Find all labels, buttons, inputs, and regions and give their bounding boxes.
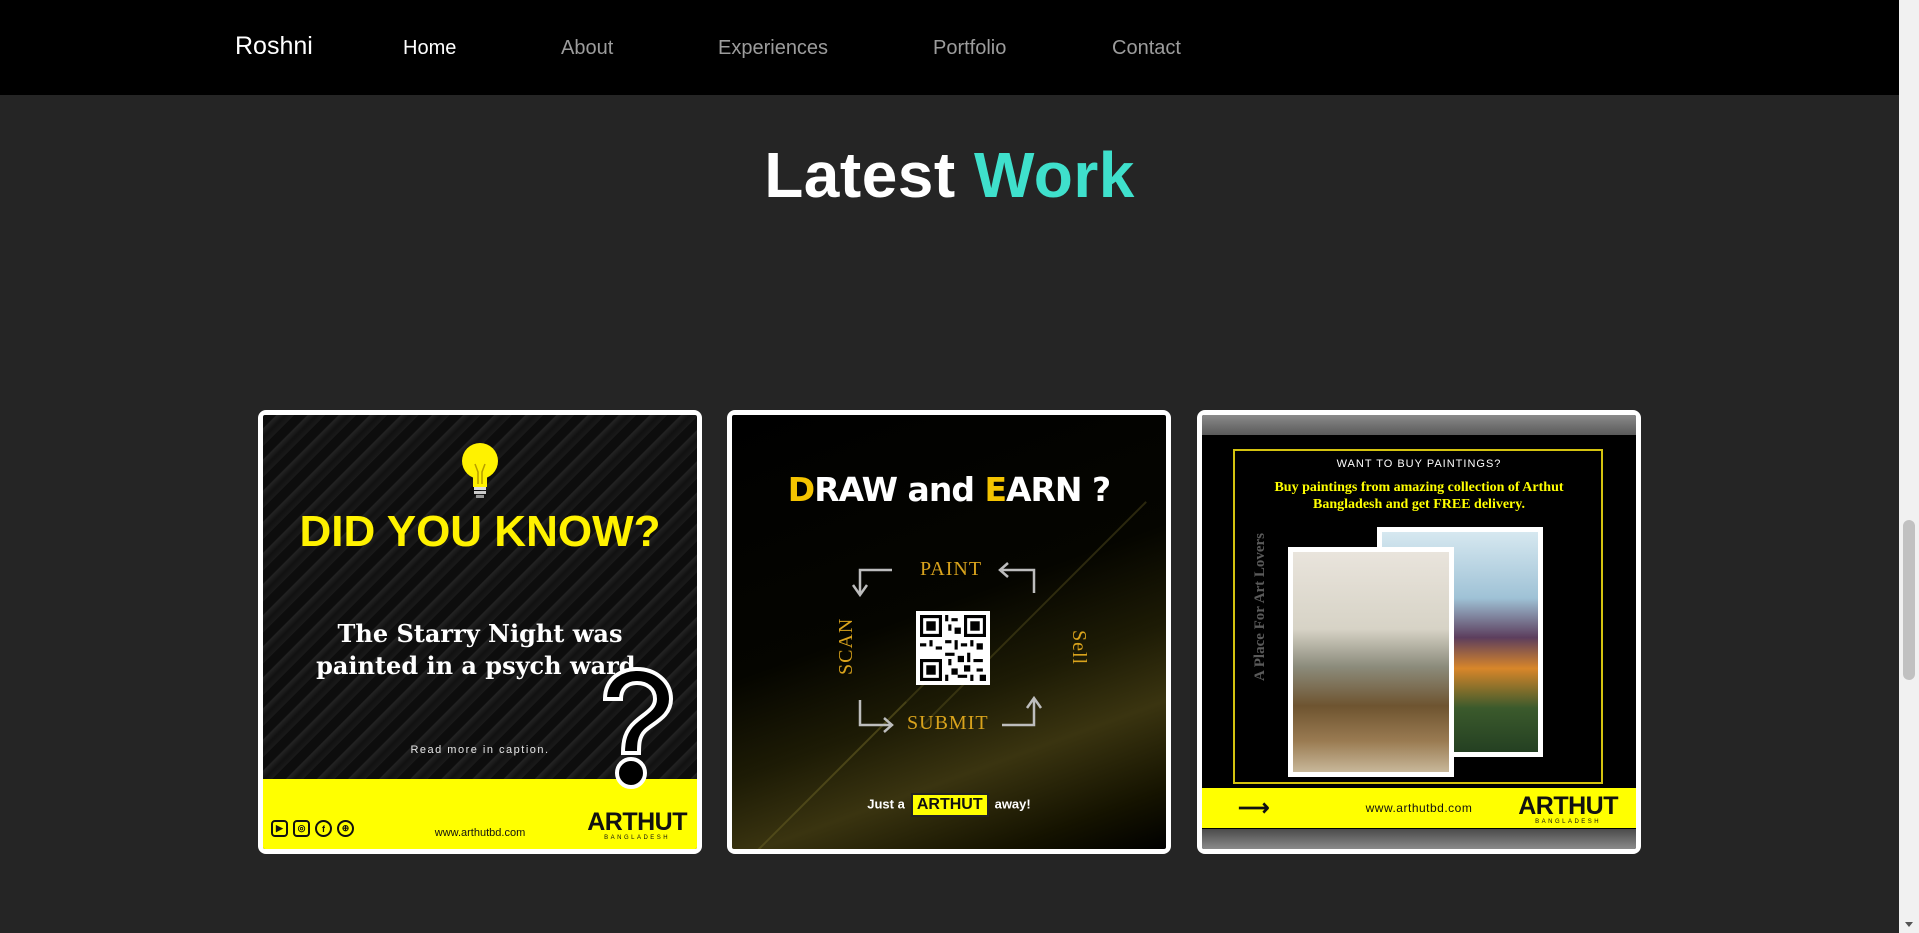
step-submit: SUBMIT <box>907 712 989 734</box>
torn-paper-bottom <box>1202 829 1636 849</box>
title-accent: Work <box>973 139 1135 211</box>
nav-link-contact[interactable]: Contact <box>1112 37 1181 60</box>
nav-link-experiences[interactable]: Experiences <box>718 37 828 60</box>
nav-link-portfolio[interactable]: Portfolio <box>933 37 1006 60</box>
question-mark-icon <box>602 666 674 789</box>
work-card-draw-and-earn[interactable]: DRAW and EARN ? PAINT SCAN Sell SUBMIT J… <box>727 410 1171 854</box>
just-a-text: Just a <box>867 796 905 812</box>
page-scrollbar[interactable] <box>1899 0 1919 933</box>
scroll-down-arrow-icon[interactable] <box>1905 922 1913 927</box>
title-main: Latest <box>764 139 956 211</box>
navbar: Roshni Home About Experiences Portfolio … <box>0 0 1899 95</box>
nav-link-home[interactable]: Home <box>403 37 456 60</box>
away-text: away! <box>994 796 1031 812</box>
work-card-buy-paintings[interactable]: WANT TO BUY PAINTINGS? Buy paintings fro… <box>1197 410 1641 854</box>
art-lovers-tagline: A Place For Art Lovers <box>1252 533 1268 682</box>
arthut-logo: ARTHUT BANGLADESH <box>587 809 687 841</box>
artwork-buy-paintings: WANT TO BUY PAINTINGS? Buy paintings fro… <box>1202 415 1636 849</box>
logo-text: ARTHUT <box>1518 792 1618 820</box>
want-to-buy-kicker: WANT TO BUY PAINTINGS? <box>1336 458 1502 470</box>
headline-did-you-know: DID YOU KNOW? <box>299 507 661 556</box>
painting-birds-image <box>1288 547 1454 777</box>
nav-link-about[interactable]: About <box>561 37 613 60</box>
artwork-did-you-know: DID YOU KNOW? The Starry Night was paint… <box>263 415 697 849</box>
arthut-logo-box: ARTHUT <box>910 793 989 817</box>
section-title: Latest Work <box>0 138 1899 212</box>
lightbulb-icon <box>462 443 498 498</box>
qr-code-icon <box>916 611 990 685</box>
just-a-tagline: Just a ARTHUT away! <box>732 793 1166 817</box>
step-scan: SCAN <box>835 617 857 675</box>
logo-text: ARTHUT <box>587 808 687 836</box>
artwork-draw-and-earn: DRAW and EARN ? PAINT SCAN Sell SUBMIT J… <box>732 415 1166 849</box>
brand-logo[interactable]: Roshni <box>235 32 313 61</box>
step-sell: Sell <box>1068 630 1090 666</box>
scrollbar-thumb[interactable] <box>1903 520 1915 680</box>
arthut-logo: ARTHUT BANGLADESH <box>1518 793 1618 825</box>
step-paint: PAINT <box>920 558 983 580</box>
buy-paintings-text: Buy paintings from amazing collection of… <box>1274 480 1564 512</box>
work-card-did-you-know[interactable]: DID YOU KNOW? The Starry Night was paint… <box>258 410 702 854</box>
